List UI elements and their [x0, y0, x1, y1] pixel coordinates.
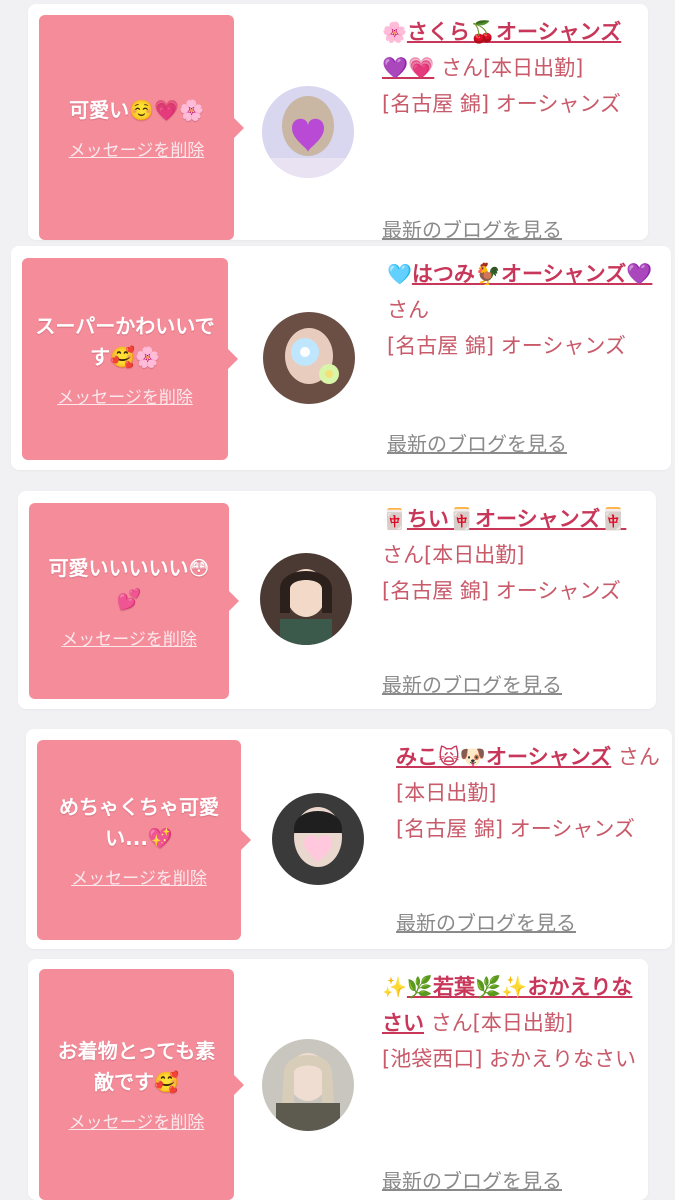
- latest-blog-link[interactable]: 最新のブログを見る: [382, 214, 562, 243]
- latest-blog-link[interactable]: 最新のブログを見る: [387, 428, 567, 457]
- heart-icon: 🩵: [387, 262, 412, 286]
- message-text: 可愛い☺️💗🌸: [69, 97, 204, 122]
- girl-name-link[interactable]: 🀄ちい🀄オーシャンズ🀄: [382, 507, 626, 531]
- delete-message-link[interactable]: メッセージを削除: [69, 1108, 205, 1133]
- girl-info: みこ🙀🐶オーシャンズ さん[本日出勤] [名古屋 錦] オーシャンズ: [396, 739, 662, 847]
- girl-photo-icon: [262, 1039, 354, 1131]
- latest-blog-link[interactable]: 最新のブログを見る: [382, 1165, 562, 1194]
- message-bubble: めちゃくちゃ可愛い...💖 メッセージを削除: [37, 740, 251, 940]
- girl-name-link[interactable]: 🩵はつみ🐓オーシャンズ💜: [387, 262, 652, 286]
- latest-blog-link[interactable]: 最新のブログを見る: [382, 669, 562, 698]
- message-bubble: 可愛い☺️💗🌸 メッセージを削除: [39, 15, 244, 240]
- avatar[interactable]: [263, 312, 355, 404]
- message-bubble: スーパーかわいいです🥰🌸 メッセージを削除: [22, 258, 238, 460]
- shop-name: [名古屋 錦] オーシャンズ: [387, 334, 626, 358]
- honorific-status: さん[本日出勤]: [440, 56, 584, 80]
- honorific-status: さん[本日出勤]: [382, 543, 525, 567]
- message-text: スーパーかわいいです🥰🌸: [35, 313, 215, 369]
- avatar[interactable]: [272, 793, 364, 885]
- honorific-status: さん[本日出勤]: [430, 1011, 574, 1035]
- heart-sticker-icon: [262, 86, 354, 178]
- message-card: 可愛い☺️💗🌸 メッセージを削除 🌸さくら🍒オーシャンズ💜💗 さん[本日出勤] …: [28, 4, 648, 243]
- message-bubble: 可愛いいいいい😳💕 メッセージを削除: [29, 503, 239, 699]
- girl-photo-icon: [260, 553, 352, 645]
- message-bubble: お着物とっても素敵です🥰 メッセージを削除: [39, 969, 244, 1200]
- message-card: スーパーかわいいです🥰🌸 メッセージを削除 🩵はつみ🐓オーシャンズ💜 さん [名…: [11, 246, 671, 470]
- message-text: めちゃくちゃ可愛い...💖: [59, 794, 219, 850]
- girl-info: 🩵はつみ🐓オーシャンズ💜 さん [名古屋 錦] オーシャンズ: [387, 256, 657, 364]
- honorific-status: さん: [387, 298, 429, 322]
- delete-message-link[interactable]: メッセージを削除: [71, 864, 207, 889]
- message-text: 可愛いいいいい😳💕: [48, 555, 210, 611]
- sparkles-icon: ✨: [382, 975, 407, 999]
- message-card: めちゃくちゃ可愛い...💖 メッセージを削除 みこ🙀🐶オーシャンズ さん[本日出…: [26, 729, 672, 949]
- delete-message-link[interactable]: メッセージを削除: [69, 136, 205, 161]
- girl-name-link[interactable]: みこ🙀🐶オーシャンズ: [396, 745, 611, 769]
- girl-info: ✨🌿若葉🌿✨おかえりなさい さん[本日出勤] [池袋西口] おかえりなさい: [382, 969, 638, 1077]
- message-card: 可愛いいいいい😳💕 メッセージを削除 🀄ちい🀄オーシャンズ🀄 さん[本日出勤] …: [18, 491, 656, 709]
- flower-sticker-icon: [263, 312, 355, 404]
- avatar[interactable]: [260, 553, 352, 645]
- delete-message-link[interactable]: メッセージを削除: [57, 383, 193, 408]
- avatar[interactable]: [262, 86, 354, 178]
- mahjong-tile-icon: 🀄: [382, 507, 407, 531]
- latest-blog-link[interactable]: 最新のブログを見る: [396, 907, 576, 936]
- avatar[interactable]: [262, 1039, 354, 1131]
- message-card: お着物とっても素敵です🥰 メッセージを削除 ✨🌿若葉🌿✨おかえりなさい さん[本…: [28, 959, 648, 1200]
- girl-info: 🀄ちい🀄オーシャンズ🀄 さん[本日出勤] [名古屋 錦] オーシャンズ: [382, 501, 648, 609]
- shop-name: [名古屋 錦] オーシャンズ: [396, 817, 635, 841]
- shop-name: [名古屋 錦] オーシャンズ: [382, 92, 621, 116]
- message-text: お着物とっても素敵です🥰: [57, 1039, 216, 1094]
- flower-icon: 🌸: [382, 20, 407, 44]
- shop-name: [名古屋 錦] オーシャンズ: [382, 579, 621, 603]
- heart-sticker-icon: [272, 793, 364, 885]
- girl-info: 🌸さくら🍒オーシャンズ💜💗 さん[本日出勤] [名古屋 錦] オーシャンズ: [382, 14, 638, 122]
- delete-message-link[interactable]: メッセージを削除: [61, 625, 197, 650]
- shop-name: [池袋西口] おかえりなさい: [382, 1047, 637, 1071]
